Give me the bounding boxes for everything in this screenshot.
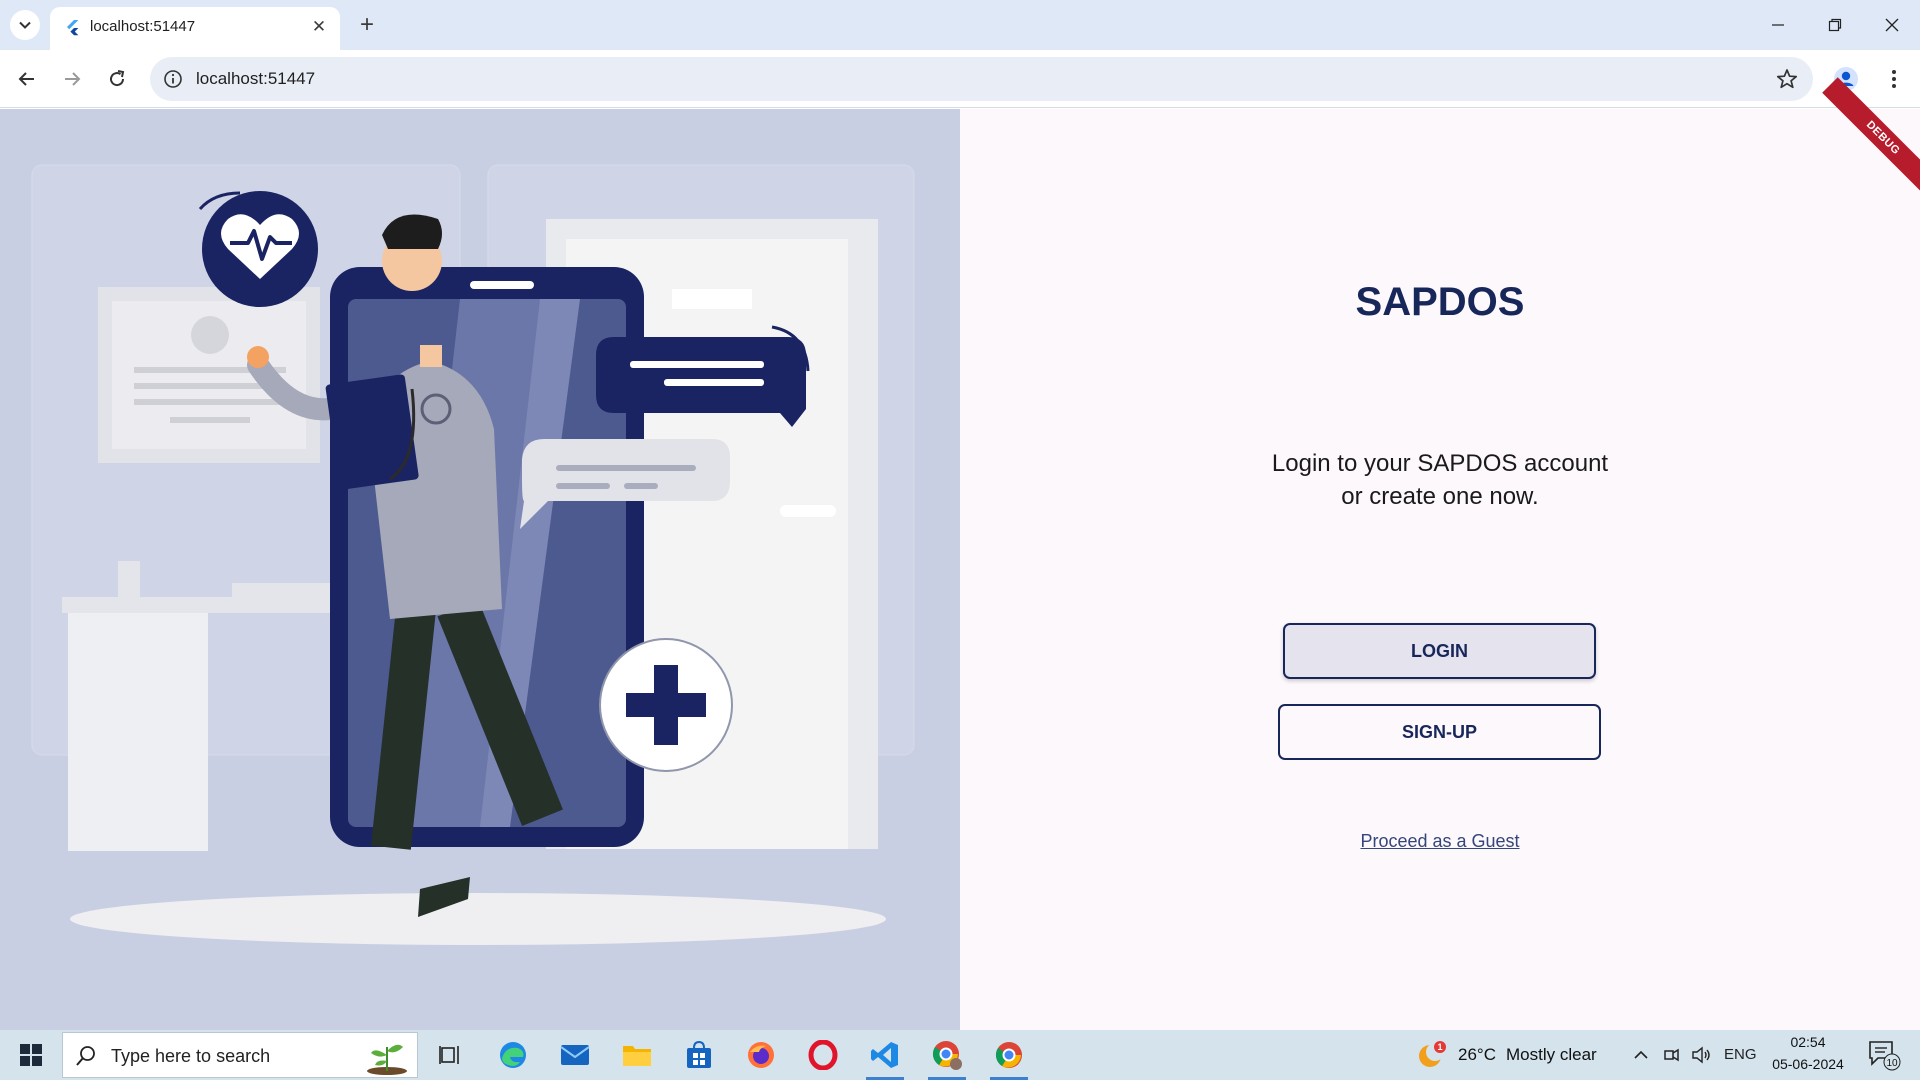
task-view-icon xyxy=(439,1046,459,1064)
chrome-icon xyxy=(995,1042,1022,1068)
address-bar[interactable]: localhost:51447 xyxy=(150,57,1813,101)
taskbar-search-box[interactable]: Type here to search xyxy=(62,1032,418,1078)
mail-icon xyxy=(560,1045,590,1065)
login-panel: DEBUG SAPDOS Login to your SAPDOS accoun… xyxy=(960,77,1920,1030)
weather-condition[interactable]: Mostly clear xyxy=(1506,1045,1597,1065)
restore-button[interactable] xyxy=(1806,0,1863,50)
reload-icon xyxy=(110,70,125,87)
back-button[interactable] xyxy=(9,61,45,97)
windows-logo-icon xyxy=(20,1044,42,1066)
login-button[interactable]: LOGIN xyxy=(1283,623,1596,679)
tagline: Login to your SAPDOS account or create o… xyxy=(960,447,1920,513)
browser-tab-strip: localhost:51447 ✕ + xyxy=(0,0,1920,50)
clock-time[interactable]: 02:54 xyxy=(1768,1034,1848,1050)
volume-button[interactable] xyxy=(1690,1044,1712,1066)
taskbar-chrome-profile[interactable] xyxy=(922,1034,972,1080)
browser-toolbar: localhost:51447 xyxy=(0,50,1920,108)
weather-temperature[interactable]: 26°C xyxy=(1458,1045,1496,1065)
folder-icon xyxy=(623,1046,651,1066)
close-window-button[interactable] xyxy=(1863,0,1920,50)
restore-icon xyxy=(1828,18,1841,32)
close-tab-icon[interactable]: ✕ xyxy=(308,16,330,38)
notification-center-button[interactable]: 10 xyxy=(1866,1038,1902,1072)
taskbar-firefox[interactable] xyxy=(736,1034,786,1076)
more-vertical-icon xyxy=(1892,70,1896,88)
clock-date[interactable]: 05-06-2024 xyxy=(1768,1056,1848,1072)
windows-taskbar: Type here to search 1 26°C Mostly clear … xyxy=(0,1030,1920,1080)
reload-button[interactable] xyxy=(99,61,135,97)
speaker-icon xyxy=(1692,1046,1710,1064)
window-controls xyxy=(1749,0,1920,50)
notification-icon: 10 xyxy=(1869,1041,1901,1071)
store-icon xyxy=(687,1041,711,1068)
taskbar-mail[interactable] xyxy=(550,1034,600,1076)
taskbar-chrome[interactable] xyxy=(984,1034,1034,1080)
app-title: SAPDOS xyxy=(1355,280,1525,324)
taskbar-store[interactable] xyxy=(674,1034,724,1076)
taskbar-edge[interactable] xyxy=(488,1034,538,1076)
show-hidden-icons-button[interactable] xyxy=(1630,1044,1652,1066)
tagline-line-1: Login to your SAPDOS account xyxy=(1271,450,1609,477)
tagline-line-2: or create one now. xyxy=(1341,483,1539,510)
bookmark-button[interactable] xyxy=(1773,65,1801,93)
doctor-illustration xyxy=(0,109,960,1030)
star-icon xyxy=(1776,69,1798,89)
taskbar-vscode[interactable] xyxy=(860,1034,910,1080)
input-language[interactable]: ENG xyxy=(1724,1046,1757,1063)
edge-browser-icon xyxy=(500,1042,526,1068)
chevron-down-icon xyxy=(19,21,31,29)
notification-count: 10 xyxy=(1886,1058,1898,1069)
meet-now-button[interactable] xyxy=(1660,1044,1682,1066)
search-placeholder: Type here to search xyxy=(111,1046,271,1066)
vscode-icon xyxy=(871,1042,898,1068)
taskbar-file-explorer[interactable] xyxy=(612,1034,662,1076)
weather-moon-icon: 1 xyxy=(1419,1041,1446,1067)
task-view-button[interactable] xyxy=(426,1034,476,1076)
opera-icon xyxy=(808,1040,838,1070)
url-text[interactable]: localhost:51447 xyxy=(196,69,315,89)
forward-button[interactable] xyxy=(54,61,90,97)
browser-menu-button[interactable] xyxy=(1876,61,1912,97)
sprout-illustration-icon xyxy=(367,1044,407,1075)
site-info-icon[interactable] xyxy=(162,68,184,90)
new-tab-button[interactable]: + xyxy=(352,10,382,40)
signup-button[interactable]: SIGN-UP xyxy=(1278,704,1601,760)
app-page: DEBUG SAPDOS Login to your SAPDOS accoun… xyxy=(0,77,1920,1030)
tab-title: localhost:51447 xyxy=(90,18,196,35)
weather-widget[interactable]: 1 xyxy=(1416,1040,1446,1070)
firefox-icon xyxy=(748,1042,774,1068)
proceed-as-guest-link[interactable]: Proceed as a Guest xyxy=(960,831,1920,852)
chrome-profile-icon xyxy=(932,1041,962,1070)
flutter-favicon-icon xyxy=(67,20,79,36)
tab-search-button[interactable] xyxy=(10,10,40,40)
weather-badge: 1 xyxy=(1437,1042,1442,1052)
arrow-left-icon xyxy=(18,72,34,86)
arrow-right-icon xyxy=(65,72,81,86)
search-icon xyxy=(76,1046,95,1066)
minimize-icon xyxy=(1771,24,1784,26)
chevron-up-icon xyxy=(1634,1050,1648,1059)
minimize-button[interactable] xyxy=(1749,0,1806,50)
browser-tab[interactable]: localhost:51447 ✕ xyxy=(50,7,340,50)
taskbar-opera[interactable] xyxy=(798,1034,848,1076)
meet-icon xyxy=(1664,1048,1679,1062)
close-icon xyxy=(1885,18,1898,32)
start-button[interactable] xyxy=(8,1038,54,1072)
